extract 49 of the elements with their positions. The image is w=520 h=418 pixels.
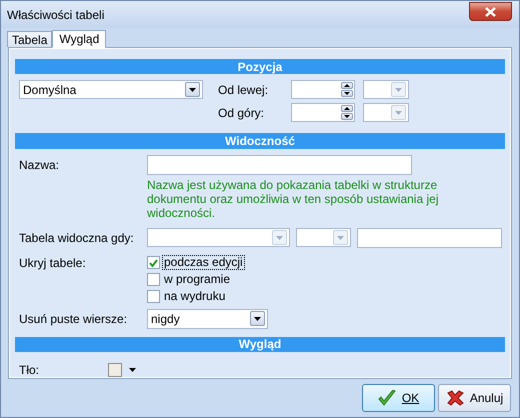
checkbox[interactable] (147, 273, 160, 286)
check-icon (378, 390, 396, 406)
operator-dropdown[interactable] (296, 228, 351, 248)
remove-rows-dropdown[interactable]: nigdy (147, 308, 268, 329)
caret-icon (129, 368, 136, 372)
color-swatch[interactable] (108, 362, 122, 377)
caret-icon (276, 236, 283, 240)
section-header: Wygląd (15, 336, 505, 352)
field-label: Tło: (19, 362, 40, 377)
caret-icon (337, 236, 344, 240)
unit-dropdown[interactable] (363, 103, 409, 122)
cancel-button[interactable]: Anuluj (438, 384, 511, 412)
caret-icon (189, 88, 196, 92)
field-label: Ukryj tabele: (19, 256, 87, 270)
offset-spinbox[interactable] (291, 103, 355, 122)
down-arrow-icon (344, 115, 350, 118)
field-label: Tabela widoczna gdy: (19, 230, 135, 245)
close-icon (485, 6, 496, 16)
check-icon (149, 258, 158, 267)
field-label: Nazwa: (19, 158, 60, 172)
name-field[interactable] (147, 154, 412, 175)
offset-label: Od góry: (218, 106, 266, 120)
caret-icon (254, 316, 261, 321)
tab[interactable]: Tabela (7, 31, 52, 47)
caret-icon (395, 110, 402, 115)
down-arrow-icon (344, 92, 350, 96)
up-arrow-icon (344, 84, 350, 88)
offset-label: Od lewej: (218, 82, 270, 97)
checkbox-label: na wydruku (163, 290, 226, 304)
hint-text: Nazwa jest używana do pokazania tabelki w strukturze dokumentu oraz umożliwia w ten sposób ustawiania jej widoczności. (147, 178, 440, 220)
checkbox-label: podczas edycji (163, 256, 244, 270)
field-label: Usuń puste wiersze: (19, 312, 128, 326)
ok-button[interactable]: OK (362, 384, 435, 412)
offset-spinbox[interactable] (291, 80, 355, 100)
window-title: Właściwości tabeli (7, 8, 104, 22)
section-header: Widoczność (15, 133, 505, 149)
up-arrow-icon (344, 107, 350, 110)
tab[interactable]: Wygląd (52, 30, 106, 48)
checkbox[interactable] (147, 256, 160, 270)
checkbox-label: w programie (163, 273, 232, 286)
close-icon (446, 390, 464, 406)
checkbox[interactable] (147, 290, 160, 304)
unit-dropdown[interactable] (363, 80, 409, 100)
section-header: Pozycja (15, 59, 505, 74)
value-field[interactable] (357, 228, 502, 248)
caret-icon (395, 88, 402, 92)
position-dropdown[interactable]: Domyślna (19, 80, 203, 100)
condition-dropdown[interactable] (147, 228, 290, 248)
close-button[interactable] (469, 2, 512, 21)
